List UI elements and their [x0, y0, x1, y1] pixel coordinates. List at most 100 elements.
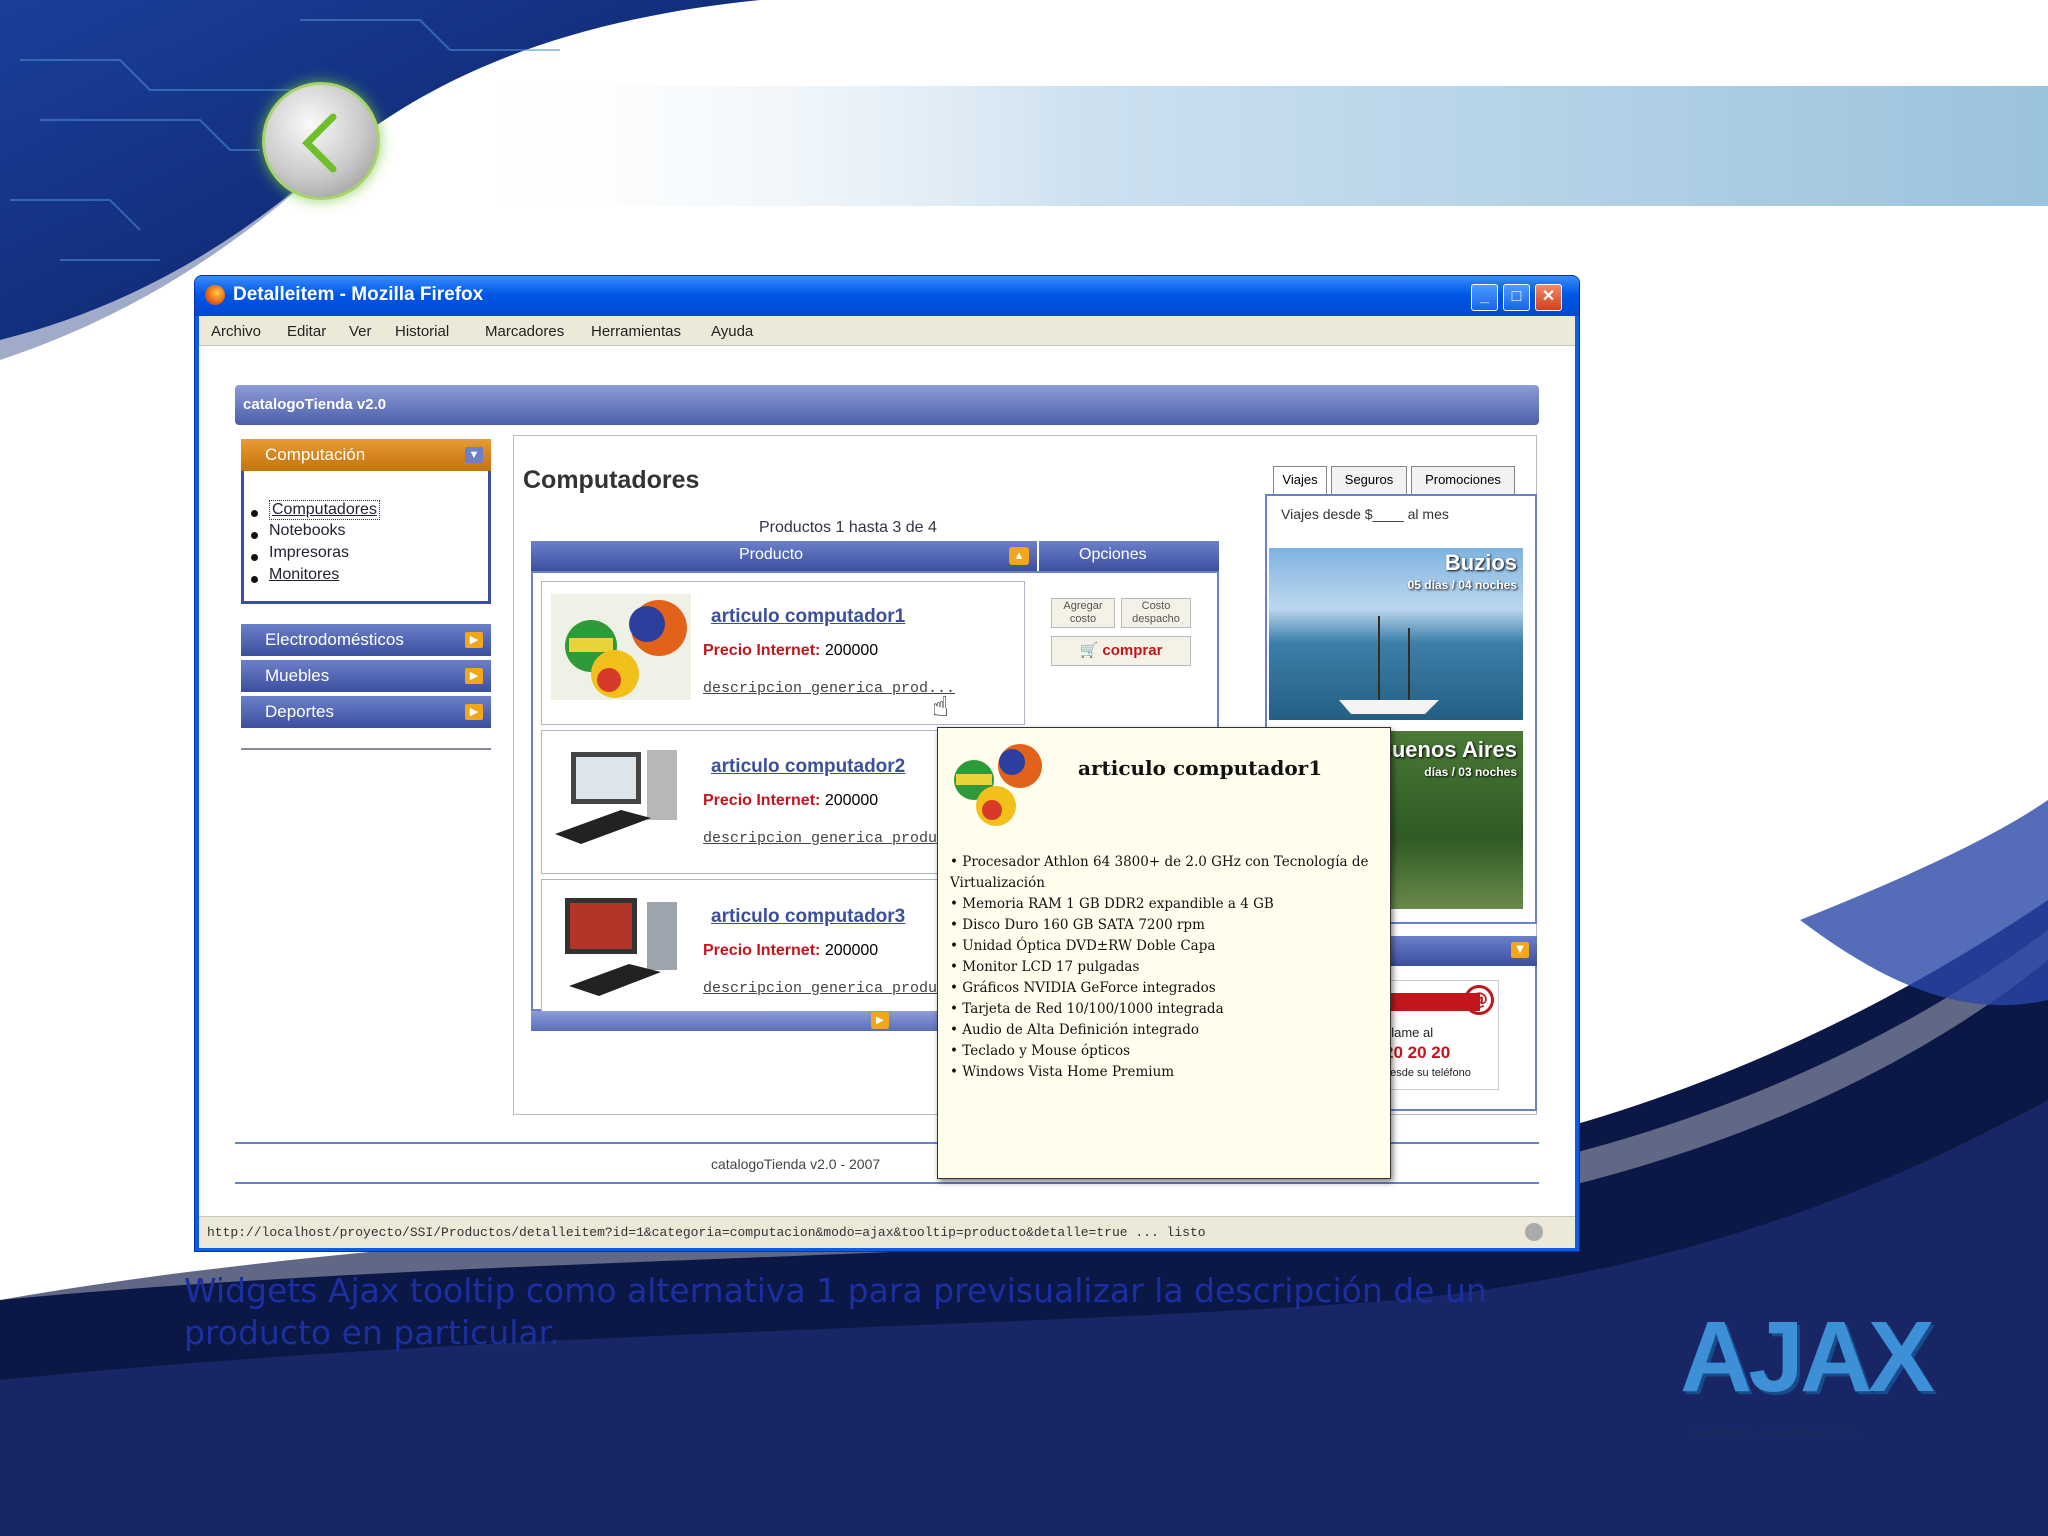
- price-label: Precio Internet:: [703, 792, 821, 809]
- list-item: Unidad Óptica DVD±RW Doble Capa: [950, 936, 1382, 957]
- status-url: http://localhost/proyecto/SSI/Productos/…: [207, 1225, 1206, 1240]
- sidebar-category-electrodomesticos[interactable]: Electrodomésticos ▶: [241, 624, 491, 656]
- list-item: Tarjeta de Red 10/100/1000 integrada: [950, 999, 1382, 1020]
- promo-title: Buenos Aires: [1375, 737, 1517, 762]
- sidebar-item-computadores[interactable]: Computadores: [269, 500, 380, 520]
- firefox-icon: [205, 285, 225, 305]
- bullet-icon: [251, 532, 258, 539]
- promo-detail: 05 días / 04 noches: [1407, 578, 1517, 592]
- promo-tabs: Viajes Seguros Promociones: [1273, 466, 1523, 494]
- product-image[interactable]: [551, 744, 691, 850]
- column-header-options-label: Opciones: [1079, 546, 1147, 563]
- bullet-icon: [251, 510, 258, 517]
- back-button[interactable]: [262, 82, 380, 200]
- chevron-down-icon: ▼: [465, 447, 483, 463]
- site-header-title: catalogoTienda v2.0: [243, 396, 387, 413]
- price-label: Precio Internet:: [703, 642, 821, 659]
- list-item: Teclado y Mouse ópticos: [950, 1041, 1382, 1062]
- window-titlebar: Detalleitem - Mozilla Firefox _ □ ✕: [195, 276, 1579, 316]
- status-bar: http://localhost/proyecto/SSI/Productos/…: [199, 1216, 1575, 1248]
- ajax-logo-text: AJAX: [1680, 1301, 1935, 1413]
- sort-icon[interactable]: ▲: [1009, 547, 1029, 565]
- sidebar-category-label: Electrodomésticos: [265, 630, 404, 649]
- menu-archivo[interactable]: Archivo: [211, 323, 261, 340]
- sidebar-item-impresoras[interactable]: Impresoras: [269, 544, 349, 562]
- chevron-down-icon[interactable]: ▼: [1511, 942, 1529, 958]
- footer-text: catalogoTienda v2.0 - 2007: [711, 1156, 881, 1172]
- ajax-logo: AJAX Asynchronous JavaScript And XML: [1680, 1300, 1935, 1438]
- sidebar-item-notebooks[interactable]: Notebooks: [269, 522, 346, 540]
- slide-caption: Widgets Ajax tooltip como alternativa 1 …: [184, 1271, 1487, 1352]
- menu-ver[interactable]: Ver: [349, 323, 372, 340]
- menu-ayuda[interactable]: Ayuda: [711, 323, 753, 340]
- menu-editar[interactable]: Editar: [287, 323, 326, 340]
- promo-image-buzios[interactable]: Buzios 05 días / 04 noches: [1269, 548, 1523, 720]
- chevron-right-icon: ▶: [465, 632, 483, 648]
- sailboat-icon: [1339, 616, 1439, 714]
- column-header-product-label: Producto: [739, 546, 804, 563]
- price-value: 200000: [824, 792, 879, 809]
- list-item: Disco Duro 160 GB SATA 7200 rpm: [950, 915, 1382, 936]
- tab-viajes[interactable]: Viajes: [1273, 466, 1327, 494]
- product-name-link[interactable]: articulo computador3: [711, 906, 905, 928]
- page-title: Computadores: [523, 466, 700, 494]
- chevron-right-icon: ▶: [465, 704, 483, 720]
- ad-phone: 20 20 20: [1384, 1043, 1451, 1062]
- at-icon: @: [1464, 985, 1494, 1015]
- product-tooltip: articulo computador1 Procesador Athlon 6…: [937, 727, 1391, 1179]
- sidebar-category-muebles[interactable]: Muebles ▶: [241, 660, 491, 692]
- price-value: 200000: [824, 942, 879, 959]
- product-name-link[interactable]: articulo computador2: [711, 756, 905, 778]
- tooltip-title: articulo computador1: [1078, 756, 1323, 780]
- list-item: Procesador Athlon 64 3800+ de 2.0 GHz co…: [950, 852, 1382, 894]
- ajax-logo-tagline: Asynchronous JavaScript And XML: [1688, 1426, 1860, 1438]
- product-price: Precio Internet: 200000: [703, 792, 878, 810]
- next-page-icon[interactable]: ▶: [871, 1012, 889, 1029]
- list-item: Gráficos NVIDIA GeForce integrados: [950, 978, 1382, 999]
- product-image[interactable]: [551, 892, 691, 998]
- ad-line1: Llame al: [1384, 1025, 1434, 1040]
- status-icon: [1525, 1223, 1543, 1241]
- product-price: Precio Internet: 200000: [703, 642, 878, 660]
- list-item: Windows Vista Home Premium: [950, 1062, 1382, 1083]
- sidebar-category-computacion[interactable]: Computación ▼: [241, 439, 491, 471]
- product-name-link[interactable]: articulo computador1: [711, 606, 905, 628]
- menu-herramientas[interactable]: Herramientas: [591, 323, 681, 340]
- column-header-product: Producto ▲: [531, 541, 1037, 571]
- maximize-icon[interactable]: □: [1503, 284, 1530, 311]
- close-icon[interactable]: ✕: [1535, 284, 1562, 311]
- price-label: Precio Internet:: [703, 942, 821, 959]
- product-description-link[interactable]: descripcion generica produ: [703, 980, 937, 997]
- site-header: catalogoTienda v2.0: [235, 385, 1539, 425]
- bullet-icon: [251, 576, 258, 583]
- hand-cursor-icon: ☝: [932, 690, 950, 723]
- sidebar-divider: [241, 748, 491, 750]
- list-item: Memoria RAM 1 GB DDR2 expandible a 4 GB: [950, 894, 1382, 915]
- bullet-icon: [251, 554, 258, 561]
- sidebar-category-label: Muebles: [265, 666, 330, 685]
- price-value: 200000: [824, 642, 879, 659]
- ad-banner[interactable]: @ Llame al 20 20 20 desde su teléfono: [1379, 980, 1499, 1090]
- product-description-link[interactable]: descripcion generica prod...: [703, 680, 955, 697]
- product-description-link[interactable]: descripcion generica produ: [703, 830, 937, 847]
- tab-promociones[interactable]: Promociones: [1411, 466, 1515, 494]
- promo-text: Viajes desde $____ al mes: [1281, 506, 1449, 522]
- products-count: Productos 1 hasta 3 de 4: [759, 519, 937, 536]
- minimize-icon[interactable]: _: [1471, 284, 1498, 311]
- list-item: Audio de Alta Definición integrado: [950, 1020, 1382, 1041]
- add-cost-button[interactable]: Agregar costo: [1051, 598, 1115, 628]
- sidebar-category-deportes[interactable]: Deportes ▶: [241, 696, 491, 728]
- tab-seguros[interactable]: Seguros: [1331, 466, 1407, 494]
- menu-marcadores[interactable]: Marcadores: [485, 323, 564, 340]
- buy-button[interactable]: 🛒 comprar: [1051, 636, 1191, 666]
- menu-historial[interactable]: Historial: [395, 323, 449, 340]
- shipping-cost-button[interactable]: Costo despacho: [1121, 598, 1191, 628]
- list-item: Monitor LCD 17 pulgadas: [950, 957, 1382, 978]
- sidebar-category-label: Computación: [265, 445, 366, 464]
- menu-bar: Archivo Editar Ver Historial Marcadores …: [199, 316, 1575, 346]
- product-price: Precio Internet: 200000: [703, 942, 878, 960]
- product-image[interactable]: [551, 594, 691, 700]
- tooltip-product-image: [950, 736, 1044, 830]
- promo-detail: días / 03 noches: [1424, 765, 1517, 779]
- sidebar-item-monitores[interactable]: Monitores: [269, 566, 339, 584]
